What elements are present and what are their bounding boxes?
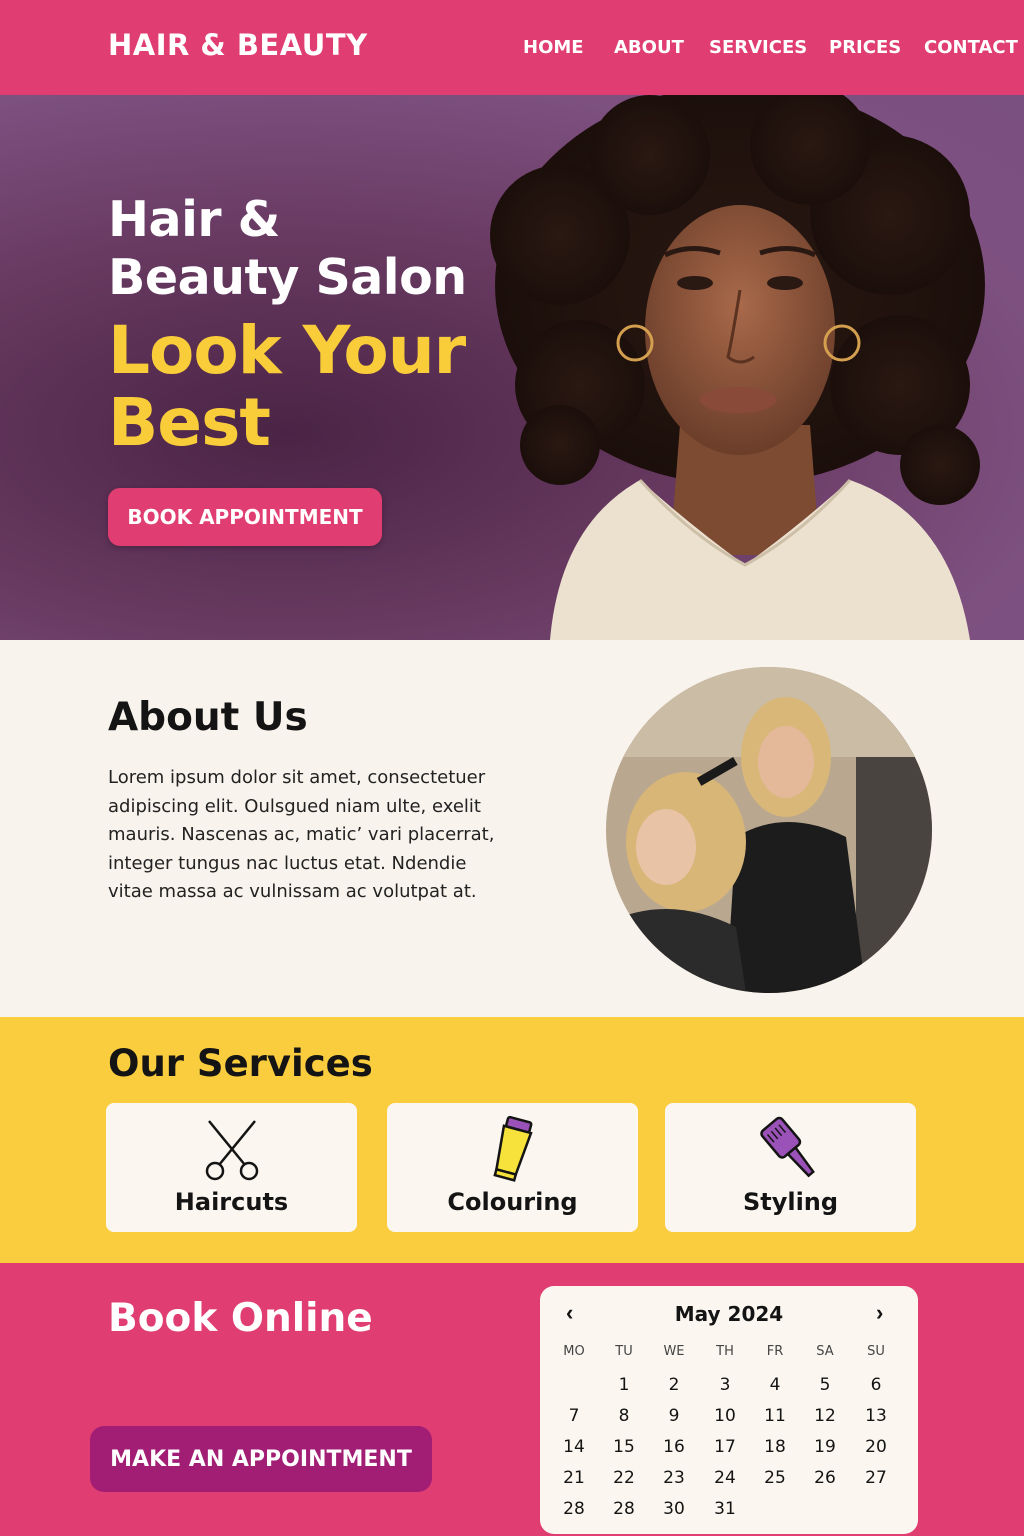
calendar-day[interactable]: 18 xyxy=(750,1437,800,1457)
calendar-day[interactable]: 31 xyxy=(700,1499,750,1519)
site-header: HAIR & BEAUTY HOME ABOUT SERVICES PRICES… xyxy=(0,0,1024,95)
calendar-day[interactable]: 14 xyxy=(549,1437,599,1457)
about-title: About Us xyxy=(108,695,308,740)
calendar-day[interactable]: 7 xyxy=(549,1406,599,1426)
calendar-day[interactable]: 5 xyxy=(800,1375,850,1395)
service-card-haircuts[interactable]: Haircuts xyxy=(106,1103,357,1232)
hair-brush-icon xyxy=(759,1116,815,1178)
main-nav: HOME ABOUT SERVICES PRICES CONTACT xyxy=(0,37,1024,61)
calendar-day[interactable]: 13 xyxy=(851,1406,901,1426)
about-section: About Us Lorem ipsum dolor sit amet, con… xyxy=(0,640,1024,1017)
calendar-day[interactable]: 6 xyxy=(851,1375,901,1395)
weekday-label: MO xyxy=(563,1344,585,1359)
service-label-styling: Styling xyxy=(742,1188,839,1216)
calendar-day[interactable]: 20 xyxy=(851,1437,901,1457)
calendar-day[interactable]: 17 xyxy=(700,1437,750,1457)
weekday-label: WE xyxy=(663,1344,685,1359)
calendar-day[interactable]: 24 xyxy=(700,1468,750,1488)
nav-contact[interactable]: CONTACT xyxy=(924,37,1018,58)
nav-home[interactable]: HOME xyxy=(523,37,584,58)
hero-title: Hair & Beauty Salon xyxy=(108,191,467,306)
calendar-day[interactable]: 11 xyxy=(750,1406,800,1426)
hero-tagline: Look Your Best xyxy=(108,312,466,461)
calendar-day[interactable]: 21 xyxy=(549,1468,599,1488)
calendar-day[interactable]: 23 xyxy=(649,1468,699,1488)
services-section: Our Services Haircuts Colouring Styling xyxy=(0,1017,1024,1263)
calendar-day[interactable]: 19 xyxy=(800,1437,850,1457)
calendar-day[interactable]: 22 xyxy=(599,1468,649,1488)
make-appointment-button[interactable]: MAKE AN APPOINTMENT xyxy=(90,1426,432,1492)
chevron-right-icon[interactable]: › xyxy=(876,1300,883,1326)
hair-dye-tube-icon xyxy=(492,1115,533,1182)
weekday-label: SA xyxy=(816,1344,834,1359)
nav-about[interactable]: ABOUT xyxy=(614,37,684,58)
booking-section: Book Online MAKE AN APPOINTMENT ‹ May 20… xyxy=(0,1263,1024,1536)
service-card-styling[interactable]: Styling xyxy=(665,1103,916,1232)
calendar-day[interactable]: 1 xyxy=(599,1375,649,1395)
calendar-day[interactable]: 27 xyxy=(851,1468,901,1488)
calendar-day[interactable]: 28 xyxy=(599,1499,649,1519)
calendar-day[interactable]: 8 xyxy=(599,1406,649,1426)
hero-woman-photo xyxy=(490,95,985,640)
calendar-day[interactable]: 30 xyxy=(649,1499,699,1519)
service-card-colouring[interactable]: Colouring xyxy=(387,1103,638,1232)
weekday-label: FR xyxy=(766,1344,784,1359)
calendar-day[interactable]: 2 xyxy=(649,1375,699,1395)
weekday-label: TH xyxy=(716,1344,734,1359)
service-label-colouring: Colouring xyxy=(447,1188,578,1216)
calendar-day[interactable]: 15 xyxy=(599,1437,649,1457)
hero-section: Hair & Beauty Salon Look Your Best BOOK … xyxy=(0,95,1024,640)
weekday-label: SU xyxy=(867,1344,885,1359)
weekday-label: TU xyxy=(615,1344,633,1359)
calendar-day[interactable]: 16 xyxy=(649,1437,699,1457)
salon-stylist-photo xyxy=(606,667,932,993)
calendar-day[interactable]: 28 xyxy=(549,1499,599,1519)
calendar-day[interactable]: 9 xyxy=(649,1406,699,1426)
booking-calendar: ‹ May 2024 › MO TU WE TH FR SA SU 1 2 3 4 5 6 7 8 9 10 1… xyxy=(540,1286,918,1534)
about-text: Lorem ipsum dolor sit amet, consectetuer… xyxy=(108,767,495,903)
nav-services[interactable]: SERVICES xyxy=(709,37,807,58)
booking-title: Book Online xyxy=(108,1296,373,1341)
scissors-icon xyxy=(205,1120,258,1181)
service-label-haircuts: Haircuts xyxy=(174,1188,289,1216)
nav-prices[interactable]: PRICES xyxy=(829,37,901,58)
calendar-day[interactable]: 3 xyxy=(700,1375,750,1395)
calendar-day[interactable]: 26 xyxy=(800,1468,850,1488)
calendar-day[interactable]: 4 xyxy=(750,1375,800,1395)
book-appointment-button[interactable]: BOOK APPOINTMENT xyxy=(108,488,382,546)
calendar-day[interactable]: 10 xyxy=(700,1406,750,1426)
services-title: Our Services xyxy=(108,1042,373,1085)
calendar-day[interactable]: 25 xyxy=(750,1468,800,1488)
calendar-month: May 2024 xyxy=(674,1302,784,1326)
calendar-day[interactable]: 12 xyxy=(800,1406,850,1426)
